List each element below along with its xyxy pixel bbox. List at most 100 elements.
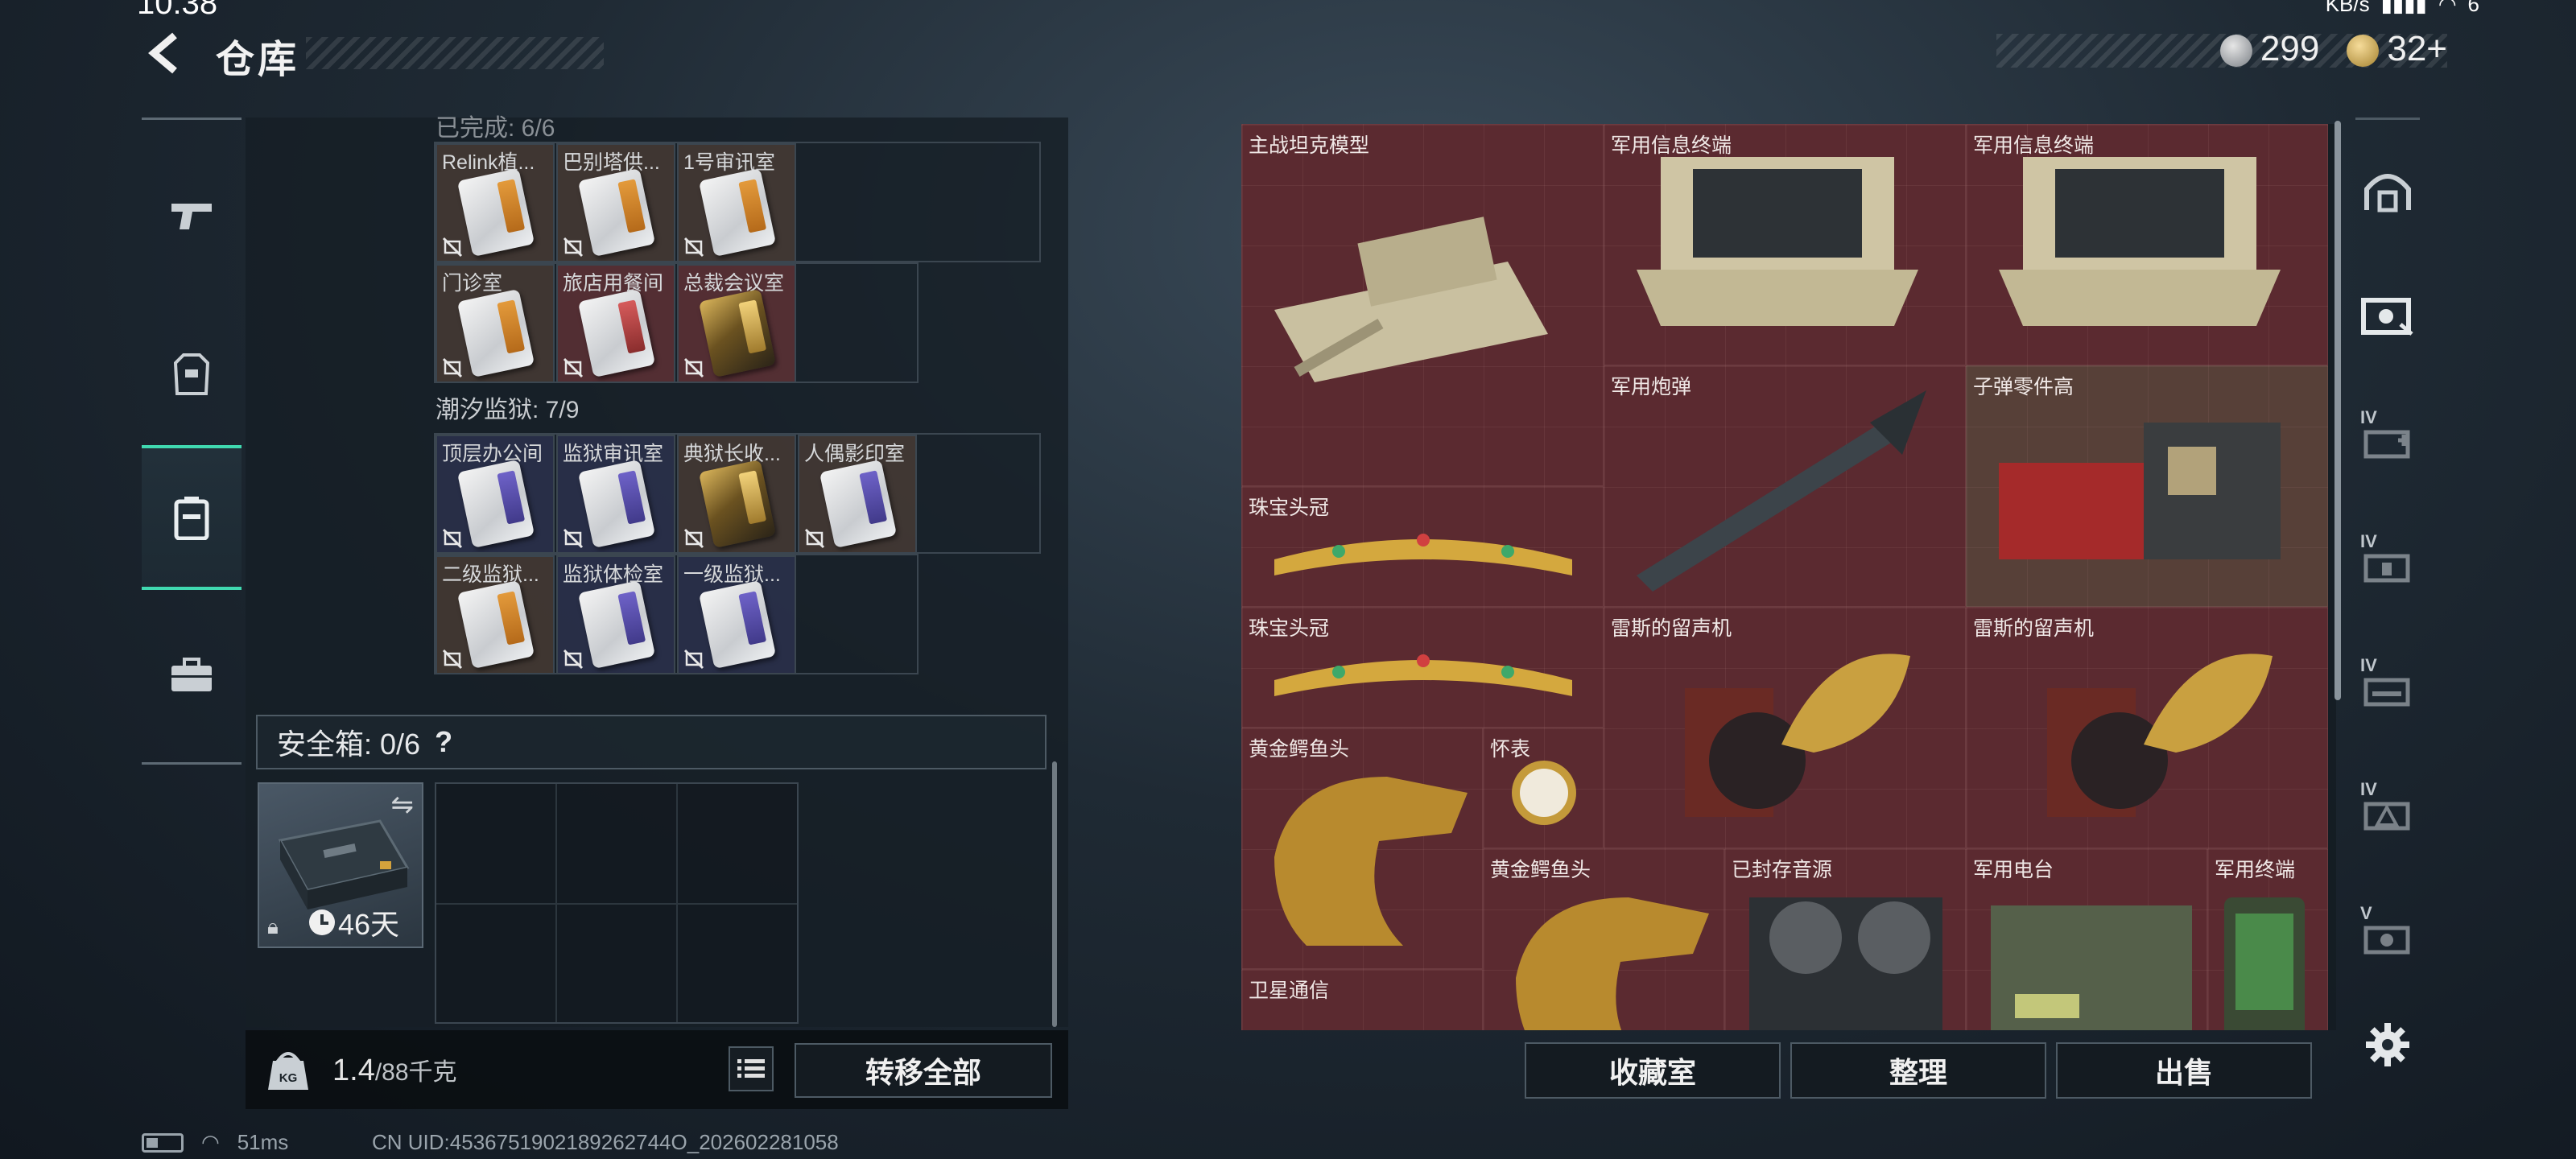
collection-room-button[interactable]: 收藏室 [1525,1042,1781,1099]
gold-currency[interactable]: 32+ [2347,29,2447,69]
keycard-label: 一级监狱... [683,563,781,586]
add-gold-button[interactable]: + [2426,29,2447,68]
no-drop-icon [563,528,584,549]
nav-collectibles[interactable] [2344,262,2431,367]
backpack-footer: KG 1.4/88千克 转移全部 [246,1030,1068,1109]
no-drop-icon [442,237,463,258]
warehouse-item-label: 珠宝头冠 [1249,617,1330,640]
list-view-button[interactable] [729,1046,774,1091]
warehouse-item[interactable]: 军用信息终端 [1966,124,2328,365]
warehouse-item[interactable]: 军用终端 [2207,848,2328,1030]
nav-tier-3[interactable]: IV [2344,634,2431,739]
sort-button[interactable]: 整理 [1790,1042,2046,1099]
nav-tier-1[interactable]: IV [2344,386,2431,491]
tank-icon [1274,217,1548,382]
warehouse-item[interactable]: 军用炮弹 [1604,365,1966,607]
list-icon [737,1059,765,1078]
warehouse-item[interactable]: 雷斯的留声机 [1604,607,1966,848]
sell-button[interactable]: 出售 [2056,1042,2312,1099]
warehouse-item[interactable]: 子弹零件高 [1966,365,2328,607]
keycard-slot[interactable]: Relink植... [436,143,555,262]
nav-backpack[interactable] [142,445,242,590]
keycard-slot[interactable]: 典狱长收... [677,435,796,554]
keycard-slot[interactable]: 旅店用餐间 [556,264,675,383]
svg-text:KG: KG [279,1071,298,1085]
nav-weapons[interactable] [142,142,242,287]
armor-case-icon [2363,802,2410,831]
back-button[interactable] [142,31,187,76]
safe-box-header: 安全箱: 0/6 ? [256,715,1046,769]
keycard-icon [456,580,535,670]
keycard-slot[interactable]: 监狱体检室 [556,555,675,674]
warehouse-item[interactable]: 已封存音源 [1724,848,1966,1030]
weight-capacity: /88千克 [374,1058,457,1086]
keycard-icon [577,580,656,670]
nav-tier-4[interactable]: IV [2344,758,2431,863]
keycard-label: 二级监狱... [442,563,539,586]
warehouse-item-label: 已封存音源 [1732,859,1833,881]
swap-icon[interactable]: ⇋ [391,789,415,821]
warehouse-item[interactable]: 珠宝头冠 [1241,486,1604,607]
backpack-icon [174,497,209,540]
keycard-label: 监狱审讯室 [563,443,664,465]
warehouse-item[interactable]: 卫星通信 [1241,969,1483,1030]
warehouse-item[interactable]: 军用电台 [1966,848,2207,1030]
nav-storage-all[interactable] [2344,138,2431,243]
nav-toolbox[interactable] [142,603,242,748]
keycard-icon [698,580,777,670]
keycard-slot[interactable]: 监狱审讯室 [556,435,675,554]
warehouse-footer: 收藏室 整理 出售 [1241,1032,2336,1109]
keycard-slot[interactable]: 顶层办公间 [436,435,555,554]
warehouse-item[interactable]: 珠宝头冠 [1241,607,1604,728]
warehouse-item[interactable]: 黄金鳄鱼头 [1241,728,1483,969]
warehouse-item[interactable]: 雷斯的留声机 [1966,607,2328,848]
warehouse-item-label: 怀表 [1490,738,1531,761]
ammo-box-icon [2363,430,2410,459]
timer-badge: 46天 [309,901,399,943]
keycard-label: 门诊室 [442,272,503,295]
warehouse-item[interactable]: 军用信息终端 [1604,124,1966,365]
transfer-all-button[interactable]: 转移全部 [795,1043,1052,1098]
missile-icon [1637,390,1926,592]
warehouse-item-label: 军用炮弹 [1611,376,1692,398]
gold-amount: 32 [2387,29,2427,68]
settings-button[interactable] [2362,1019,2413,1070]
silver-currency[interactable]: 299 [2219,29,2319,69]
status-indicators: KB/s ▮▮▮▮ ◠ 6 [2326,0,2479,17]
safe-box-item[interactable]: ⇋ 🔒︎ 46天 [258,782,423,948]
no-drop-icon [442,357,463,378]
warehouse-item-label: 珠宝头冠 [1249,497,1330,519]
keycard-slot[interactable]: 一级监狱... [677,555,796,674]
keycard-slot[interactable]: 1号审讯室 [677,143,796,262]
warehouse-panel: 主战坦克模型 军用信息终端 军用信息终端 军用炮弹 子弹零件高 珠宝头冠 珠宝头冠 雷斯的留声… [1241,124,2336,1030]
weapon-case-icon [2363,678,2410,707]
safe-box-help-button[interactable]: ? [435,725,452,759]
keycard-slot[interactable]: 二级监狱... [436,555,555,674]
keycard-icon [577,288,656,378]
warehouse-item[interactable]: 怀表 [1483,728,1604,848]
no-drop-icon [442,528,463,549]
nav-tier-5[interactable]: V [2344,882,2431,987]
keycard-slot[interactable]: 总裁会议室 [677,264,796,383]
signal-icon: ▮▮▮▮ [2380,0,2427,16]
keycard-icon [819,459,898,549]
uid-text: CN UID:4536751902189262744O_202602281058 [372,1130,839,1154]
nav-equipment[interactable] [142,302,242,447]
keycard-slot[interactable]: 巴别塔供... [556,143,675,262]
warehouse-item-label: 军用电台 [1973,859,2054,881]
warehouse-item-label: 雷斯的留声机 [1973,617,2095,640]
backpack-scrollbar[interactable] [1052,761,1057,1027]
nav-tier-2[interactable]: IV [2344,510,2431,615]
warehouse-item-label: 军用信息终端 [1973,134,2095,157]
keycard-slot[interactable]: 门诊室 [436,264,555,383]
gold-croc-icon [1274,777,1468,946]
safe-box-grid[interactable] [435,782,799,1024]
keycard-slot[interactable]: 人偶影印室 [798,435,917,554]
warehouse-scrollbar[interactable] [2334,121,2341,700]
warehouse-item[interactable]: 黄金鳄鱼头 [1483,848,1724,1030]
warehouse-item-label: 黄金鳄鱼头 [1249,738,1350,761]
keycard-icon [456,167,535,258]
lock-icon: 🔒︎ [267,914,279,938]
armor-icon [174,353,209,395]
warehouse-item[interactable]: 主战坦克模型 [1241,124,1604,486]
